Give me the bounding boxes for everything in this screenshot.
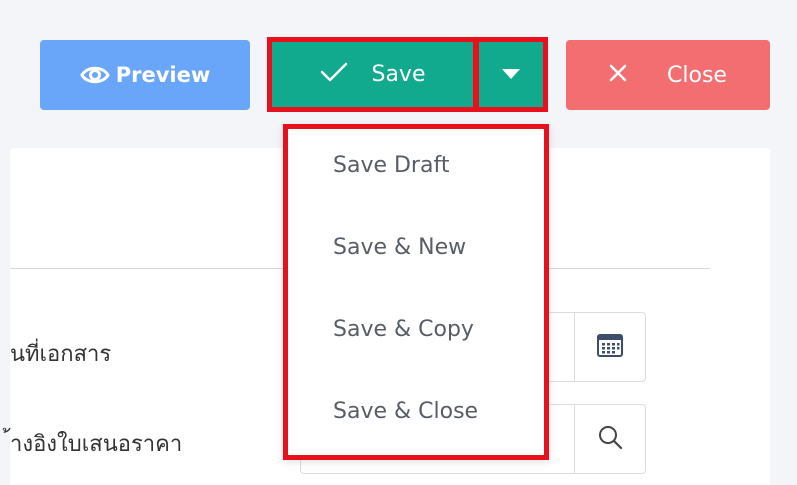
calendar-icon — [596, 332, 624, 362]
preview-button[interactable]: Preview — [40, 40, 250, 110]
preview-label: Preview — [115, 63, 211, 87]
save-button[interactable]: Save — [272, 42, 473, 107]
save-menu-toggle[interactable] — [479, 42, 543, 107]
quotation-reference-label: ้างอิงใบเสนอราคา — [10, 432, 183, 457]
check-icon — [319, 60, 349, 90]
date-picker-button[interactable] — [574, 312, 646, 382]
menu-item-save-new[interactable]: Save & New — [333, 235, 466, 260]
search-icon — [597, 424, 623, 454]
menu-item-save-close[interactable]: Save & Close — [333, 399, 478, 424]
menu-item-save-draft[interactable]: Save Draft — [333, 153, 449, 178]
save-button-group: Save — [267, 37, 548, 112]
caret-down-icon — [501, 65, 521, 84]
save-label: Save — [371, 62, 426, 87]
close-button[interactable]: Close — [566, 40, 770, 110]
close-icon — [609, 63, 627, 88]
menu-item-save-copy[interactable]: Save & Copy — [333, 317, 474, 342]
save-options-menu: Save Draft Save & New Save & Copy Save &… — [283, 124, 549, 460]
eye-icon — [80, 64, 110, 86]
close-label: Close — [667, 62, 727, 88]
quotation-search-button[interactable] — [574, 404, 646, 474]
document-date-label: นที่เอกสาร — [10, 342, 112, 367]
